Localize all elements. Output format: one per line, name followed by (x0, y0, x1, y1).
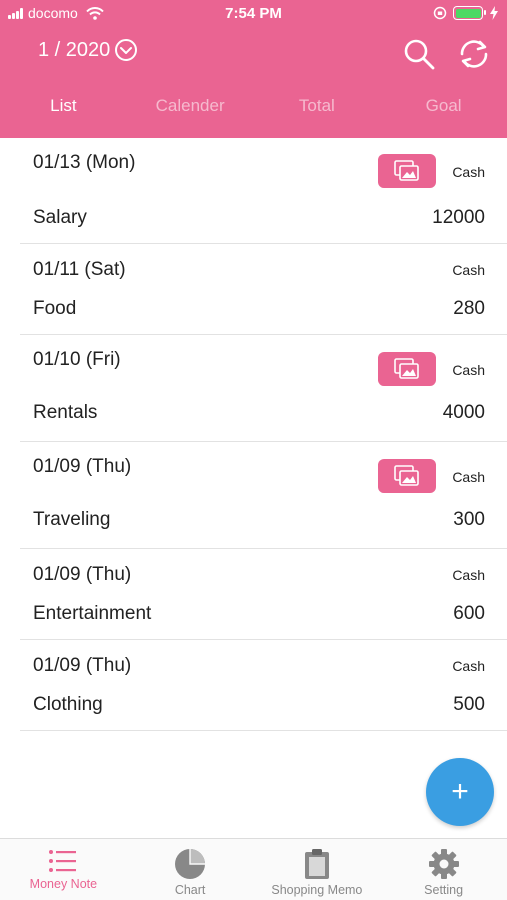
entry-amount: 280 (453, 298, 485, 319)
payment-method: Cash (452, 567, 485, 583)
entry-category: Entertainment (33, 603, 152, 624)
photo-button[interactable] (378, 459, 436, 493)
entry-category: Traveling (33, 509, 111, 530)
pie-chart-icon (175, 849, 206, 879)
payment-method: Cash (452, 164, 485, 180)
status-time: 7:54 PM (225, 5, 282, 22)
gear-icon (428, 849, 459, 879)
entry-category: Salary (33, 207, 87, 228)
nav-label: Money Note (29, 877, 98, 891)
entry-date: 01/09 (Thu) (33, 456, 132, 477)
nav-label: Shopping Memo (271, 883, 363, 897)
month-selector[interactable]: 1 / 2020 (38, 38, 138, 62)
refresh-icon[interactable] (456, 36, 492, 72)
list-item[interactable]: 01/09 (Thu) Cash Clothing 500 (20, 640, 507, 731)
month-label: 1 / 2020 (38, 38, 111, 61)
payment-method: Cash (452, 362, 485, 378)
nav-label: Setting (424, 883, 464, 897)
battery-icon (453, 6, 486, 20)
nav-chart[interactable]: Chart (127, 839, 254, 900)
entry-category: Clothing (33, 694, 103, 715)
list-item[interactable]: 01/09 (Thu) Cash Entertainment 600 (20, 549, 507, 640)
clipboard-icon (304, 849, 329, 879)
photo-button[interactable] (378, 352, 436, 386)
entry-category: Food (33, 298, 77, 319)
entry-date: 01/11 (Sat) (33, 259, 126, 280)
list-item[interactable]: 01/10 (Fri) Cash Rentals 4000 (20, 335, 507, 442)
nav-label: Chart (174, 883, 206, 897)
list-item[interactable]: 01/13 (Mon) Cash Salary 12000 (20, 138, 507, 244)
charging-icon (490, 6, 498, 20)
entry-amount: 500 (453, 694, 485, 715)
photo-icon (394, 160, 419, 181)
entry-date: 01/13 (Mon) (33, 152, 136, 173)
entry-amount: 4000 (442, 402, 485, 423)
tab-goal[interactable]: Goal (380, 96, 507, 120)
entry-amount: 600 (453, 603, 485, 624)
list-icon (49, 850, 77, 872)
tab-bar: List Calender Total Goal (0, 96, 507, 120)
app-header: docomo 7:54 PM 1 / 2020 List Calender To… (0, 0, 507, 138)
photo-icon (394, 465, 419, 486)
chevron-down-icon (115, 39, 138, 61)
bottom-nav: Money Note Chart Shopping Memo Setting (0, 838, 507, 900)
photo-icon (394, 358, 419, 379)
photo-button[interactable] (378, 154, 436, 188)
payment-method: Cash (452, 262, 485, 278)
entry-category: Rentals (33, 402, 98, 423)
entry-date: 01/09 (Thu) (33, 564, 132, 585)
search-icon[interactable] (402, 37, 436, 71)
nav-money-note[interactable]: Money Note (0, 839, 127, 900)
entry-date: 01/10 (Fri) (33, 349, 121, 370)
entry-amount: 300 (453, 509, 485, 530)
tab-calender[interactable]: Calender (127, 96, 254, 120)
list-item[interactable]: 01/09 (Thu) Cash Traveling 300 (20, 442, 507, 549)
tab-total[interactable]: Total (254, 96, 381, 120)
payment-method: Cash (452, 658, 485, 674)
nav-shopping-memo[interactable]: Shopping Memo (254, 839, 381, 900)
orientation-lock-icon (433, 6, 447, 20)
tab-list[interactable]: List (0, 96, 127, 120)
payment-method: Cash (452, 469, 485, 485)
status-right (433, 6, 499, 20)
nav-setting[interactable]: Setting (380, 839, 507, 900)
entry-amount: 12000 (432, 207, 485, 228)
list-item[interactable]: 01/11 (Sat) Cash Food 280 (20, 244, 507, 335)
add-entry-button[interactable]: + (426, 758, 494, 826)
entry-date: 01/09 (Thu) (33, 655, 132, 676)
status-bar: docomo 7:54 PM (0, 0, 507, 28)
